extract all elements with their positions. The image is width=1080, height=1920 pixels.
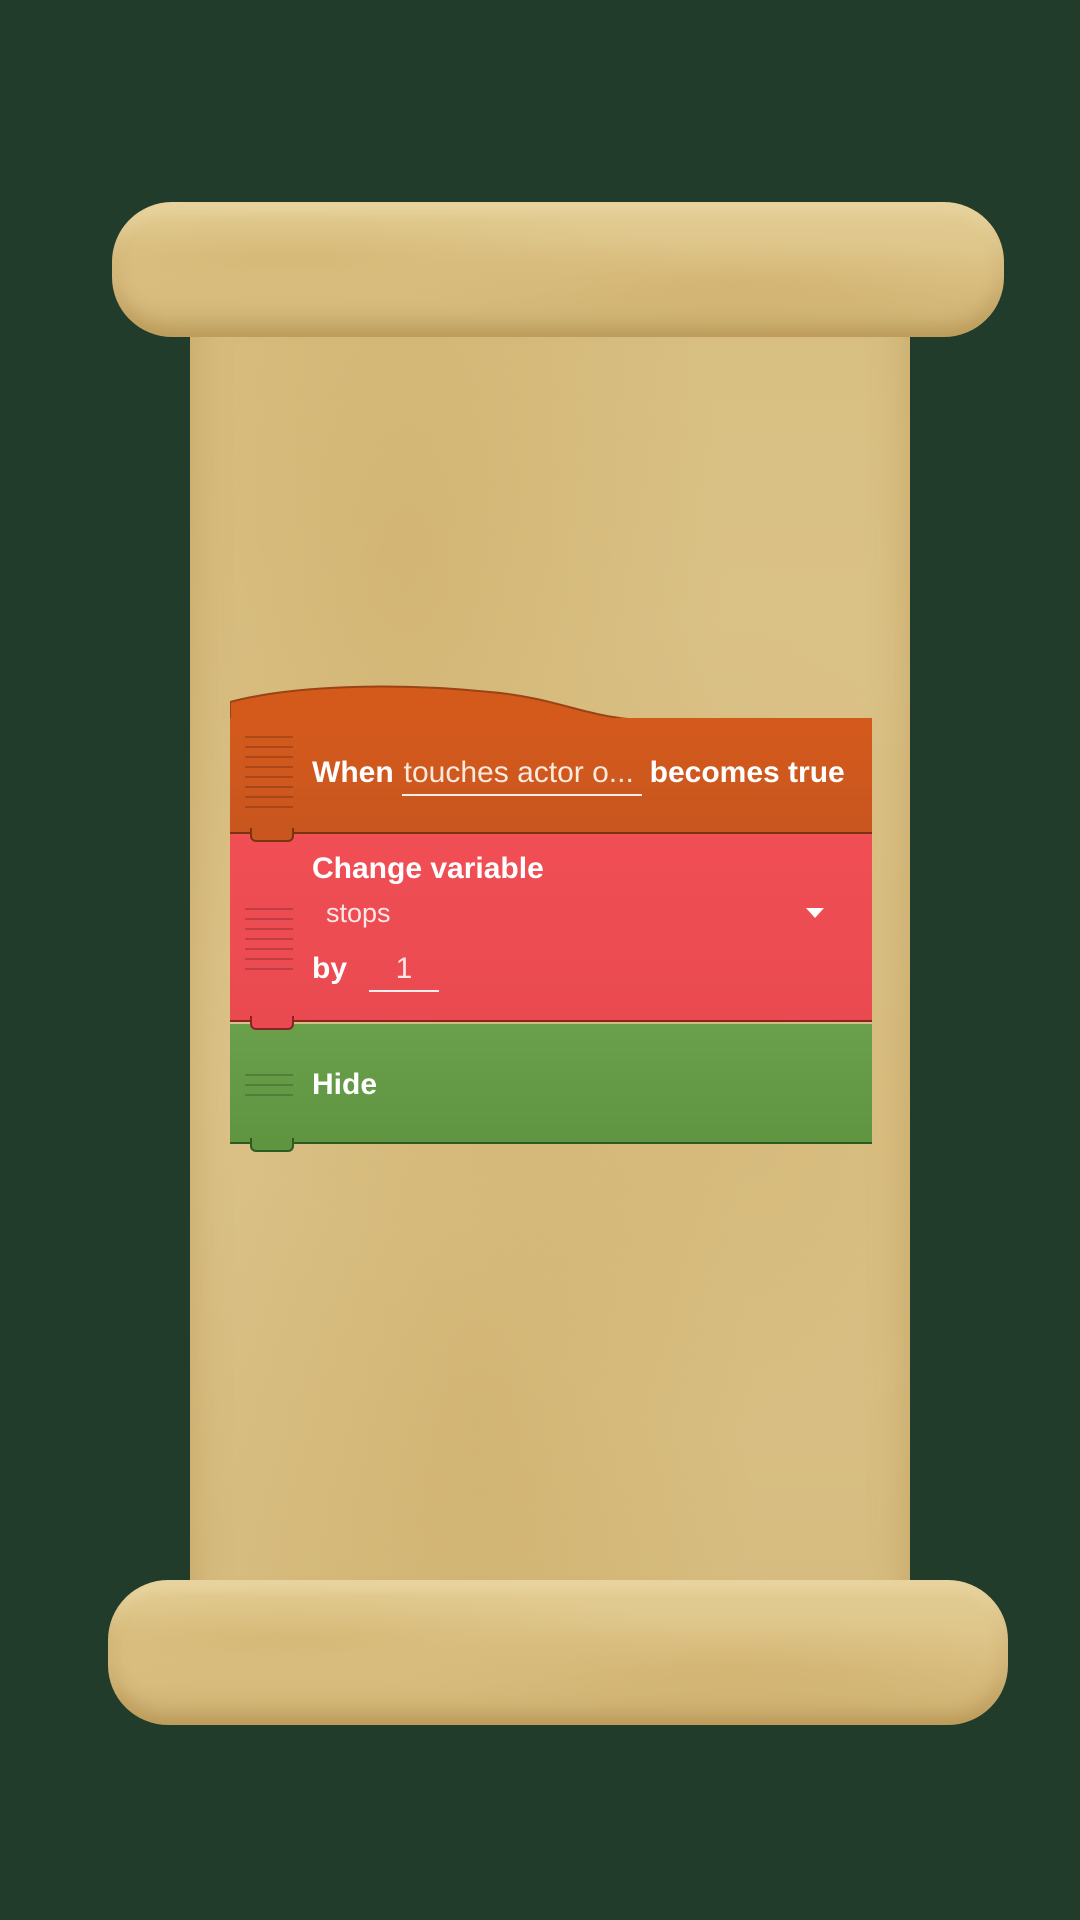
drag-handle-icon[interactable] [245,736,293,816]
becomes-true-label: becomes true [649,756,845,789]
chevron-down-icon[interactable] [806,908,824,918]
block-connector [250,1138,294,1152]
variable-selected-value: stops [326,898,391,928]
drag-handle-icon[interactable] [245,908,293,978]
change-variable-title: Change variable [312,852,544,885]
drag-handle-icon[interactable] [245,1074,293,1098]
when-label: When [312,756,394,789]
hide-block[interactable]: Hide [230,1024,872,1152]
scroll-top-roll [112,202,1004,337]
scroll-bottom-roll [108,1580,1008,1725]
when-becomes-true-block[interactable]: When touches actor o... becomes true [230,718,872,842]
amount-input[interactable]: 1 [369,952,440,992]
event-block-row: When touches actor o... becomes true [312,756,845,796]
variable-dropdown[interactable]: stops [312,894,850,934]
by-row: by 1 [312,952,440,992]
hide-label: Hide [312,1068,378,1101]
by-label: by [312,952,348,985]
block-connector [250,1016,294,1030]
condition-field[interactable]: touches actor o... [401,756,642,796]
block-connector [250,828,294,842]
change-variable-block[interactable]: Change variable stops by 1 [230,834,872,1030]
